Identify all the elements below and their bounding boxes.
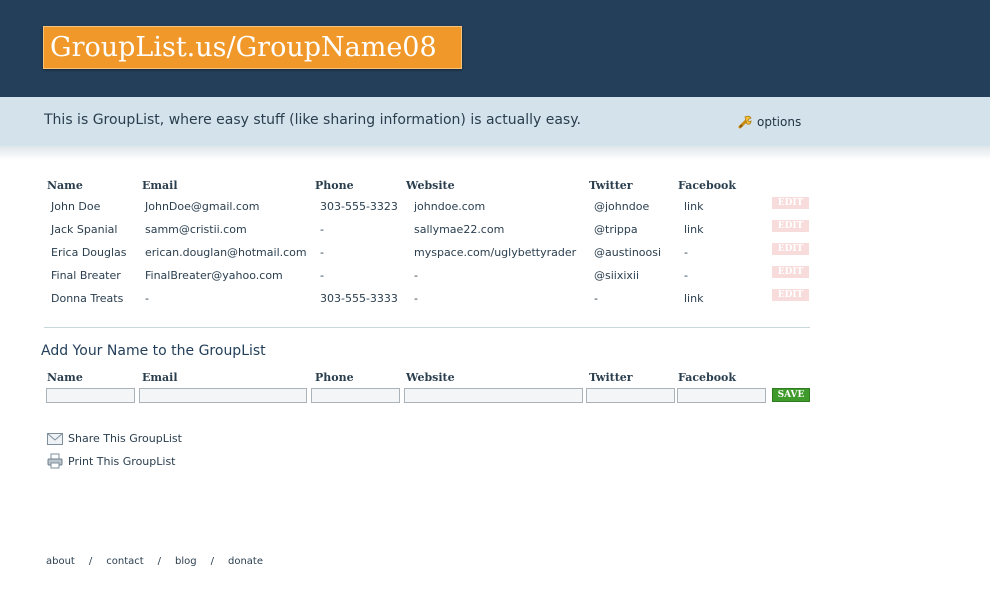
cell-website[interactable]: myspace.com/uglybettyrader xyxy=(414,246,576,259)
footer-separator: / xyxy=(157,556,162,567)
add-label-name: Name xyxy=(47,371,83,384)
cell-phone: - xyxy=(320,223,324,236)
cell-website: - xyxy=(414,269,418,282)
cell-email[interactable]: JohnDoe@gmail.com xyxy=(145,200,259,213)
cell-phone: 303-555-3333 xyxy=(320,292,398,305)
cell-twitter[interactable]: @johndoe xyxy=(594,200,649,213)
cell-phone: 303-555-3323 xyxy=(320,200,398,213)
footer-separator: / xyxy=(88,556,93,567)
share-grouplist-link[interactable]: Share This GroupList xyxy=(47,432,182,445)
save-button[interactable]: SAVE xyxy=(772,388,810,402)
edit-button[interactable]: EDIT xyxy=(772,220,809,232)
section-divider xyxy=(44,327,810,328)
group-url-logo[interactable]: GroupList.us/GroupName08 xyxy=(43,26,462,69)
add-label-phone: Phone xyxy=(315,371,354,384)
printer-icon xyxy=(47,453,63,469)
print-grouplist-link[interactable]: Print This GroupList xyxy=(47,453,176,469)
share-label: Share This GroupList xyxy=(68,432,182,445)
edit-button[interactable]: EDIT xyxy=(772,289,809,301)
print-label: Print This GroupList xyxy=(68,454,176,468)
cell-facebook[interactable]: link xyxy=(684,292,703,305)
column-header-name: Name xyxy=(47,179,83,192)
column-header-facebook: Facebook xyxy=(678,179,737,192)
footer-link-donate[interactable]: donate xyxy=(228,556,263,567)
wrench-icon xyxy=(738,115,752,129)
cell-name: John Doe xyxy=(51,200,101,213)
twitter-field[interactable] xyxy=(586,388,675,403)
name-field[interactable] xyxy=(46,388,135,403)
edit-button[interactable]: EDIT xyxy=(772,266,809,278)
add-label-facebook: Facebook xyxy=(678,371,737,384)
cell-name: Final Breater xyxy=(51,269,121,282)
cell-website[interactable]: sallymae22.com xyxy=(414,223,504,236)
edit-button[interactable]: EDIT xyxy=(772,243,809,255)
footer-link-contact[interactable]: contact xyxy=(106,556,143,567)
cell-email[interactable]: samm@cristii.com xyxy=(145,223,247,236)
footer-nav: about / contact / blog / donate xyxy=(46,556,263,567)
cell-name: Donna Treats xyxy=(51,292,124,305)
cell-phone: - xyxy=(320,269,324,282)
cell-phone: - xyxy=(320,246,324,259)
add-label-website: Website xyxy=(406,371,455,384)
cell-twitter[interactable]: @austinoosi xyxy=(594,246,661,259)
cell-name: Jack Spanial xyxy=(51,223,118,236)
column-header-website: Website xyxy=(406,179,455,192)
phone-field[interactable] xyxy=(311,388,400,403)
footer-link-about[interactable]: about xyxy=(46,556,75,567)
cell-facebook[interactable]: link xyxy=(684,223,703,236)
cell-email[interactable]: FinalBreater@yahoo.com xyxy=(145,269,283,282)
tagline-text: This is GroupList, where easy stuff (lik… xyxy=(44,112,581,128)
cell-twitter: - xyxy=(594,292,598,305)
cell-twitter[interactable]: @siixixii xyxy=(594,269,639,282)
add-section-title: Add Your Name to the GroupList xyxy=(41,343,266,359)
edit-button[interactable]: EDIT xyxy=(772,197,809,209)
add-label-twitter: Twitter xyxy=(589,371,633,384)
column-header-phone: Phone xyxy=(315,179,354,192)
column-header-twitter: Twitter xyxy=(589,179,633,192)
cell-website[interactable]: johndoe.com xyxy=(414,200,485,213)
cell-email: - xyxy=(145,292,149,305)
add-label-email: Email xyxy=(142,371,178,384)
column-header-email: Email xyxy=(142,179,178,192)
cell-facebook[interactable]: link xyxy=(684,200,703,213)
cell-website: - xyxy=(414,292,418,305)
options-button[interactable]: options xyxy=(737,114,801,130)
options-label: options xyxy=(757,115,802,129)
footer-separator: / xyxy=(210,556,214,567)
footer-link-blog[interactable]: blog xyxy=(175,556,197,567)
cell-facebook: - xyxy=(684,246,688,259)
website-field[interactable] xyxy=(404,388,583,403)
cell-email[interactable]: erican.douglan@hotmail.com xyxy=(145,246,307,259)
cell-name: Erica Douglas xyxy=(51,246,127,259)
envelope-icon xyxy=(47,432,63,445)
cell-facebook: - xyxy=(684,269,688,282)
email-field[interactable] xyxy=(139,388,307,403)
tagline-shadow xyxy=(0,146,990,160)
tagline-bar: This is GroupList, where easy stuff (lik… xyxy=(0,97,990,146)
cell-twitter[interactable]: @trippa xyxy=(594,223,638,236)
header: GroupList.us/GroupName08 xyxy=(0,0,990,97)
facebook-field[interactable] xyxy=(677,388,766,403)
